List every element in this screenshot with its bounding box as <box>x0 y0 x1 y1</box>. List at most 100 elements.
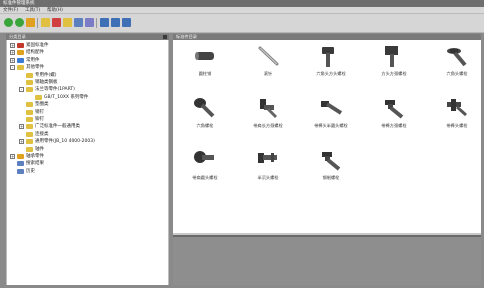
new-icon[interactable] <box>4 18 13 27</box>
expand-icon[interactable]: + <box>10 154 15 159</box>
tree-node[interactable]: 销钉 <box>19 109 44 116</box>
bolt-shoulder-icon <box>260 99 278 119</box>
expand-icon[interactable]: + <box>19 139 24 145</box>
part-item[interactable]: 六角螺栓 <box>177 95 233 137</box>
expand-icon <box>19 80 24 85</box>
search-icon[interactable] <box>74 18 83 27</box>
tree-node[interactable]: + 紧固标准件 <box>10 42 49 49</box>
bolt-tee-icon <box>385 100 404 119</box>
tree-node[interactable]: 连接类 <box>19 131 49 138</box>
view-list-icon[interactable] <box>100 18 109 27</box>
tree-node-label: 销轴类钢板 <box>35 80 58 85</box>
folder-icon[interactable] <box>63 18 72 27</box>
tree-node-label: 专用件(螺) <box>35 72 57 78</box>
category-panel-title: 分类目录 <box>9 34 26 39</box>
back-icon[interactable] <box>41 18 50 27</box>
part-item[interactable]: 带榫头螺栓 <box>429 95 484 137</box>
parts-gallery: 圆柱销 滚针 六角头方头螺栓 方头方颈螺栓 六角头螺栓六角螺栓 带肩长方颈螺栓 带榫头半圆头… <box>173 40 481 233</box>
part-item[interactable]: 带榫头半圆头螺栓 <box>303 95 359 137</box>
part-item[interactable]: 滚针 <box>240 43 296 85</box>
tree-node[interactable]: 历史 <box>10 168 35 175</box>
needle-icon <box>258 46 279 66</box>
menu-tools[interactable]: 工具(T) <box>25 8 40 13</box>
expand-icon[interactable]: + <box>10 50 15 56</box>
tree-node[interactable]: + 结构配件 <box>10 49 44 56</box>
collapse-icon[interactable]: - <box>19 87 24 93</box>
toolbar-separator <box>37 18 38 28</box>
tree-node-label: 常用件 <box>26 57 40 63</box>
expand-icon <box>19 147 24 152</box>
tree-node[interactable]: - 法兰等零件(1PART) <box>19 86 75 93</box>
tree-node[interactable]: + 广泛标准件一般通用类 <box>19 123 80 130</box>
bolt-short-icon <box>258 153 277 163</box>
window-title: 标准件管理系统 <box>3 1 35 6</box>
folder-icon <box>26 146 33 152</box>
bolt-dome-icon <box>194 151 214 163</box>
folder-icon <box>17 57 24 63</box>
part-label: 带榫方颈螺栓 <box>381 123 407 128</box>
category-tree: + 紧固标准件 + 结构配件 + 常用件 - 其他零件 专用件(螺) 销轴类钢板 - 法兰等零件(1P… <box>6 40 169 285</box>
open-icon[interactable] <box>15 18 24 27</box>
tree-node-label: 法兰等零件(1PART) <box>35 87 75 93</box>
part-item[interactable]: 带肩长方颈螺栓 <box>240 95 296 137</box>
view-grid-icon[interactable] <box>111 18 120 27</box>
part-item[interactable]: 方头方颈螺栓 <box>366 43 422 85</box>
tree-node[interactable]: + 常用件 <box>10 57 40 64</box>
tree-node[interactable]: GB/T_10XX 系列零件 <box>28 94 88 101</box>
copy-icon[interactable] <box>85 18 94 27</box>
menu-help[interactable]: 帮助(H) <box>47 8 63 13</box>
tree-node-label: 铆钉 <box>35 117 44 122</box>
tree-node-label: 轴件 <box>35 146 44 152</box>
part-item[interactable]: 带榫方颈螺栓 <box>366 95 422 137</box>
menu-file[interactable]: 文件(F) <box>3 8 18 13</box>
tree-node-label: 其他零件 <box>26 65 44 71</box>
expand-icon[interactable]: + <box>10 43 15 48</box>
folder-icon <box>17 168 24 174</box>
part-item[interactable]: 六角头螺栓 <box>429 43 484 85</box>
bolt-round-icon <box>194 98 215 118</box>
expand-icon <box>28 95 33 100</box>
part-item[interactable]: 圆柱销 <box>177 43 233 85</box>
tree-node[interactable]: 专用件(螺) <box>19 72 57 79</box>
tree-node-label: 广泛标准件一般通用类 <box>35 124 80 130</box>
bolt-square-icon <box>385 46 398 67</box>
tree-node[interactable]: 垫圈类 <box>19 101 49 108</box>
tree-node[interactable]: 销轴类钢板 <box>19 79 58 86</box>
bolt-hex-icon <box>322 47 334 67</box>
pin-icon[interactable] <box>163 35 167 39</box>
expand-icon <box>19 73 24 78</box>
menu-bar: 文件(F) 工具(T) 帮助(H) <box>0 7 484 14</box>
expand-icon[interactable]: + <box>19 124 24 130</box>
tree-node[interactable]: 铆钉 <box>19 116 44 123</box>
tree-node[interactable]: - 其他零件 <box>10 64 44 71</box>
folder-icon <box>26 80 33 85</box>
part-item[interactable]: 六角头方头螺栓 <box>303 43 359 85</box>
expand-icon[interactable]: + <box>10 57 15 63</box>
part-label: 钢制螺栓 <box>322 175 340 180</box>
part-label: 六角头方头螺栓 <box>316 71 346 76</box>
part-item[interactable]: 钢制螺栓 <box>303 147 359 189</box>
folder-icon <box>26 131 33 137</box>
part-label: 半沉头螺栓 <box>257 175 279 180</box>
tree-node[interactable]: + 轴承零件 <box>10 153 44 160</box>
view-detail-icon[interactable] <box>122 18 131 27</box>
toolbar-separator <box>96 18 97 28</box>
tree-node-label: GB/T_10XX 系列零件 <box>44 94 89 100</box>
part-label: 带榫头螺栓 <box>446 123 468 128</box>
preview-panel <box>173 235 481 285</box>
expand-icon <box>10 169 15 174</box>
part-label: 滚针 <box>263 71 273 76</box>
tree-node[interactable]: 搜索结果 <box>10 160 44 167</box>
part-item[interactable]: 带肩圆头螺栓 <box>177 147 233 189</box>
folder-icon <box>17 50 24 56</box>
collapse-icon[interactable]: - <box>10 65 15 71</box>
folder-icon <box>17 43 24 48</box>
expand-icon <box>19 132 24 137</box>
tree-node[interactable]: 轴件 <box>19 146 44 153</box>
tree-node-label: 垫圈类 <box>35 102 49 108</box>
part-item[interactable]: 半沉头螺栓 <box>240 147 296 189</box>
folder-icon <box>17 161 24 167</box>
refresh-icon[interactable] <box>26 18 35 27</box>
tree-node[interactable]: + 通用零件(JB_10 4000-2003) <box>19 138 95 145</box>
forward-icon[interactable] <box>52 18 61 27</box>
